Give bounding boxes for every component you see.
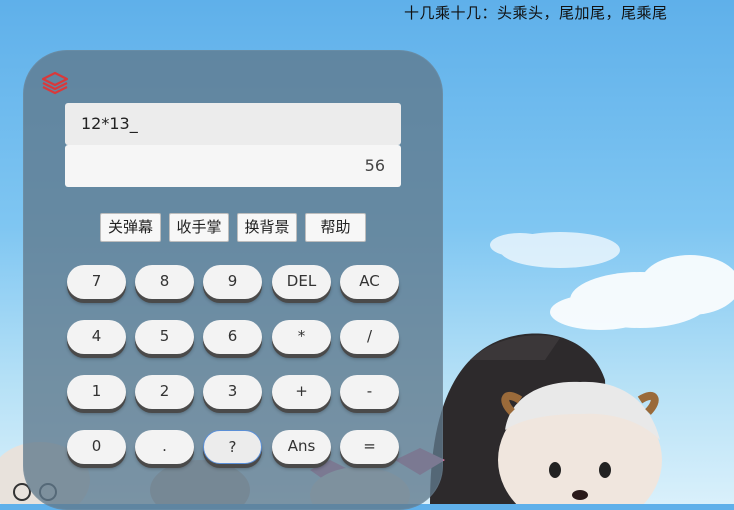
- key-1[interactable]: 1: [67, 375, 126, 409]
- key-3[interactable]: 3: [203, 375, 262, 409]
- key-divide[interactable]: /: [340, 320, 399, 354]
- toggle-danmaku-button[interactable]: 关弹幕: [100, 213, 161, 242]
- key-2[interactable]: 2: [135, 375, 194, 409]
- key-plus[interactable]: +: [272, 375, 331, 409]
- key-7[interactable]: 7: [67, 265, 126, 299]
- key-equals[interactable]: =: [340, 430, 399, 464]
- key-4[interactable]: 4: [67, 320, 126, 354]
- key-delete[interactable]: DEL: [272, 265, 331, 299]
- key-9[interactable]: 9: [203, 265, 262, 299]
- expression-display[interactable]: 12*13_: [65, 103, 401, 145]
- layers-icon[interactable]: [40, 70, 70, 96]
- key-decimal[interactable]: .: [135, 430, 194, 464]
- key-0[interactable]: 0: [67, 430, 126, 464]
- change-background-button[interactable]: 换背景: [237, 213, 297, 242]
- key-multiply[interactable]: *: [272, 320, 331, 354]
- key-clear-all[interactable]: AC: [340, 265, 399, 299]
- result-display: 56: [65, 145, 401, 187]
- key-question[interactable]: ?: [203, 430, 262, 464]
- formula-banner: 十几乘十几：头乘头，尾加尾，尾乘尾: [404, 4, 668, 22]
- key-6[interactable]: 6: [203, 320, 262, 354]
- key-8[interactable]: 8: [135, 265, 194, 299]
- key-5[interactable]: 5: [135, 320, 194, 354]
- key-minus[interactable]: -: [340, 375, 399, 409]
- hide-keypad-button[interactable]: 收手掌: [169, 213, 229, 242]
- key-answer[interactable]: Ans: [272, 430, 331, 464]
- help-button[interactable]: 帮助: [305, 213, 366, 242]
